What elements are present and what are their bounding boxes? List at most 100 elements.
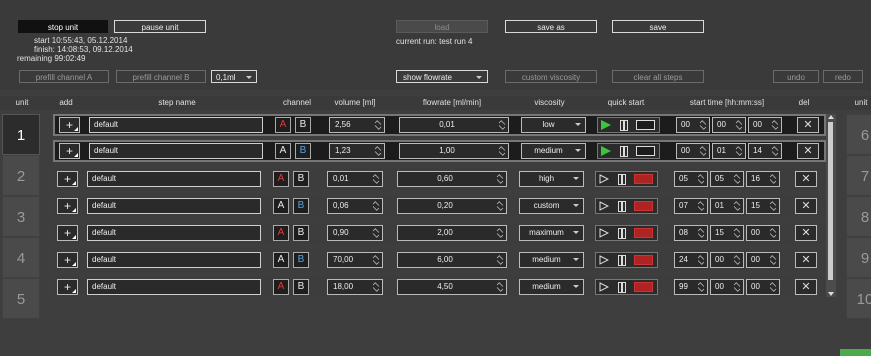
start-seconds-spinbox[interactable]: 00 xyxy=(746,252,780,268)
volume-spinbox[interactable]: 2,56 xyxy=(329,117,385,133)
channel-b-toggle[interactable]: B xyxy=(293,252,309,268)
viscosity-select[interactable]: medium xyxy=(521,143,586,159)
play-icon[interactable] xyxy=(599,255,609,265)
spin-arrows-icon[interactable] xyxy=(497,119,506,131)
load-button[interactable]: load xyxy=(396,20,488,33)
spin-arrows-icon[interactable] xyxy=(696,173,705,185)
add-step-button[interactable]: + xyxy=(57,225,78,241)
start-hours-spinbox[interactable]: 99 xyxy=(674,279,708,295)
custom-viscosity-button[interactable]: custom viscosity xyxy=(505,70,597,83)
viscosity-select[interactable]: medium xyxy=(519,252,584,268)
spin-arrows-icon[interactable] xyxy=(768,254,777,266)
unit-tab-5[interactable]: 5 xyxy=(2,278,40,319)
flowrate-spinbox[interactable]: 4,50 xyxy=(397,279,507,295)
channel-b-toggle[interactable]: B xyxy=(295,117,311,133)
flowrate-spinbox[interactable]: 0,01 xyxy=(399,117,509,133)
volume-spinbox[interactable]: 1,23 xyxy=(329,143,385,159)
pause-icon[interactable] xyxy=(618,255,626,266)
spin-arrows-icon[interactable] xyxy=(732,227,741,239)
viscosity-select[interactable]: medium xyxy=(519,279,584,295)
redo-button[interactable]: redo xyxy=(823,70,863,83)
channel-a-toggle[interactable]: A xyxy=(275,143,291,159)
flowrate-spinbox[interactable]: 0,20 xyxy=(397,198,507,214)
unit-tab-7[interactable]: 7 xyxy=(846,155,871,196)
spin-arrows-icon[interactable] xyxy=(696,200,705,212)
spin-arrows-icon[interactable] xyxy=(371,173,380,185)
spin-arrows-icon[interactable] xyxy=(768,281,777,293)
show-flowrate-select[interactable]: show flowrate xyxy=(396,70,488,83)
channel-a-toggle[interactable]: A xyxy=(273,279,289,295)
volume-spinbox[interactable]: 18,00 xyxy=(327,279,383,295)
spin-arrows-icon[interactable] xyxy=(495,227,504,239)
viscosity-select[interactable]: maximum xyxy=(519,225,584,241)
stop-unit-button[interactable]: stop unit xyxy=(18,20,108,33)
start-seconds-spinbox[interactable]: 00 xyxy=(746,279,780,295)
channel-b-toggle[interactable]: B xyxy=(293,198,309,214)
spin-arrows-icon[interactable] xyxy=(371,200,380,212)
add-step-button[interactable]: + xyxy=(57,171,78,187)
stop-icon[interactable] xyxy=(634,282,653,292)
spin-arrows-icon[interactable] xyxy=(698,119,707,131)
pause-icon[interactable] xyxy=(620,146,628,157)
volume-spinbox[interactable]: 0,01 xyxy=(327,171,383,187)
add-step-button[interactable]: + xyxy=(57,279,78,295)
spin-arrows-icon[interactable] xyxy=(373,119,382,131)
save-as-button[interactable]: save as xyxy=(505,20,597,33)
flowrate-spinbox[interactable]: 1,00 xyxy=(399,143,509,159)
stop-icon[interactable] xyxy=(634,174,653,184)
spin-arrows-icon[interactable] xyxy=(371,281,380,293)
channel-b-toggle[interactable]: B xyxy=(293,225,309,241)
play-icon[interactable] xyxy=(599,201,609,211)
step-name-input[interactable]: default xyxy=(89,143,263,159)
channel-b-toggle[interactable]: B xyxy=(295,143,311,159)
play-icon[interactable] xyxy=(601,120,611,130)
start-hours-spinbox[interactable]: 24 xyxy=(674,252,708,268)
spin-arrows-icon[interactable] xyxy=(495,173,504,185)
channel-b-toggle[interactable]: B xyxy=(293,279,309,295)
start-hours-spinbox[interactable]: 05 xyxy=(674,171,708,187)
spin-arrows-icon[interactable] xyxy=(696,281,705,293)
stop-icon[interactable] xyxy=(634,255,653,265)
start-minutes-spinbox[interactable]: 01 xyxy=(712,143,746,159)
delete-step-button[interactable]: ✕ xyxy=(795,171,817,187)
play-icon[interactable] xyxy=(599,282,609,292)
unit-tab-10[interactable]: 10 xyxy=(846,278,871,319)
pause-icon[interactable] xyxy=(618,201,626,212)
channel-a-toggle[interactable]: A xyxy=(273,225,289,241)
stop-icon[interactable] xyxy=(636,120,655,130)
spin-arrows-icon[interactable] xyxy=(495,200,504,212)
prefill-channel-b-button[interactable]: prefill channel B xyxy=(116,70,206,83)
spin-arrows-icon[interactable] xyxy=(696,227,705,239)
spin-arrows-icon[interactable] xyxy=(732,200,741,212)
spin-arrows-icon[interactable] xyxy=(495,281,504,293)
step-name-input[interactable]: default xyxy=(87,198,261,214)
add-step-button[interactable]: + xyxy=(59,117,80,133)
volume-spinbox[interactable]: 0,90 xyxy=(327,225,383,241)
spin-arrows-icon[interactable] xyxy=(373,145,382,157)
add-step-button[interactable]: + xyxy=(57,198,78,214)
pause-icon[interactable] xyxy=(618,228,626,239)
play-icon[interactable] xyxy=(599,228,609,238)
spin-arrows-icon[interactable] xyxy=(732,254,741,266)
spin-arrows-icon[interactable] xyxy=(696,254,705,266)
viscosity-select[interactable]: custom xyxy=(519,198,584,214)
start-hours-spinbox[interactable]: 07 xyxy=(674,198,708,214)
step-name-input[interactable]: default xyxy=(87,171,261,187)
pause-icon[interactable] xyxy=(618,282,626,293)
unit-tab-6[interactable]: 6 xyxy=(846,114,871,155)
scrollbar-thumb[interactable] xyxy=(828,122,833,280)
start-hours-spinbox[interactable]: 08 xyxy=(674,225,708,241)
start-minutes-spinbox[interactable]: 00 xyxy=(710,279,744,295)
spin-arrows-icon[interactable] xyxy=(497,145,506,157)
start-minutes-spinbox[interactable]: 01 xyxy=(710,198,744,214)
stop-icon[interactable] xyxy=(634,201,653,211)
spin-arrows-icon[interactable] xyxy=(495,254,504,266)
channel-a-toggle[interactable]: A xyxy=(273,198,289,214)
channel-a-toggle[interactable]: A xyxy=(273,252,289,268)
add-step-button[interactable]: + xyxy=(57,252,78,268)
delete-step-button[interactable]: ✕ xyxy=(795,225,817,241)
step-list-scrollbar[interactable] xyxy=(826,114,836,297)
start-seconds-spinbox[interactable]: 15 xyxy=(746,198,780,214)
undo-button[interactable]: undo xyxy=(773,70,819,83)
step-name-input[interactable]: default xyxy=(87,225,261,241)
